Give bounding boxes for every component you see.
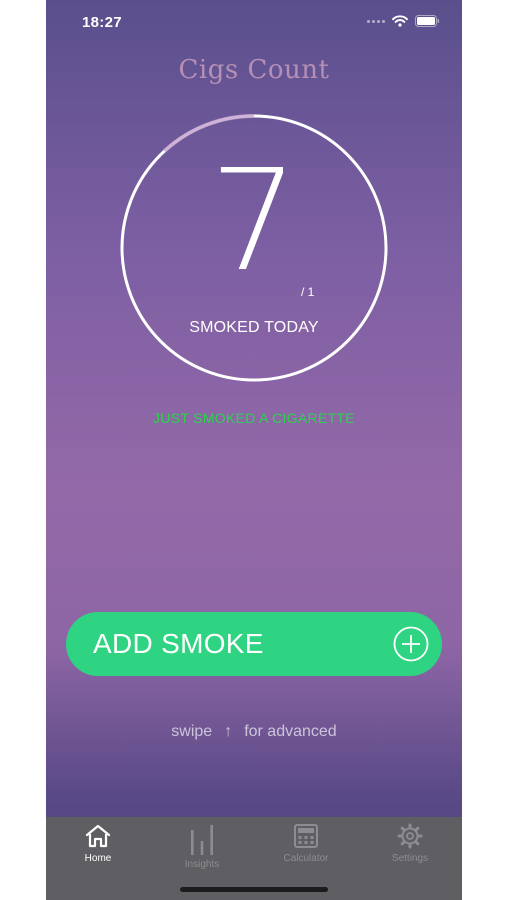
battery-icon xyxy=(415,15,440,27)
gear-icon xyxy=(397,823,423,849)
tab-bar: Home Insights Calculator Settings xyxy=(46,817,462,900)
smoke-count: 7 xyxy=(209,140,299,303)
swipe-hint-suffix: for advanced xyxy=(244,723,337,740)
tab-insights-label: Insights xyxy=(184,859,220,870)
home-indicator[interactable] xyxy=(180,887,328,892)
tab-insights[interactable]: Insights xyxy=(150,823,254,871)
up-arrow-icon: ↑ xyxy=(224,723,233,740)
add-smoke-label: ADD SMOKE xyxy=(93,628,264,659)
daily-goal: / 1 xyxy=(301,285,315,299)
smoked-today-label: SMOKED TODAY xyxy=(189,319,319,336)
tab-calculator[interactable]: Calculator xyxy=(254,823,358,871)
plus-circle-icon xyxy=(393,626,429,662)
status-time: 18:27 xyxy=(82,14,122,31)
swipe-hint[interactable]: swipe ↑ for advanced xyxy=(46,723,462,741)
status-icons xyxy=(367,15,440,27)
add-smoke-button[interactable]: ADD SMOKE xyxy=(66,612,442,676)
tab-calculator-label: Calculator xyxy=(283,853,329,864)
tab-settings-label: Settings xyxy=(391,853,429,864)
swipe-hint-prefix: swipe xyxy=(171,723,213,740)
tab-home[interactable]: Home xyxy=(46,823,150,871)
app-title: Cigs Count xyxy=(178,55,330,85)
bar-chart-icon xyxy=(191,825,213,855)
phone-screen: 18:27 Cigs Count 7 / 1 SMOKED TODAY JUST… xyxy=(46,0,462,900)
tab-settings[interactable]: Settings xyxy=(358,823,462,871)
calculator-icon xyxy=(294,824,318,848)
tab-home-label: Home xyxy=(84,853,112,864)
home-icon xyxy=(85,824,111,848)
status-message: JUST SMOKED A CIGARETTE xyxy=(153,410,355,426)
cellular-signal-icon xyxy=(367,19,385,23)
status-bar: 18:27 xyxy=(46,0,462,46)
wifi-icon xyxy=(392,15,408,27)
